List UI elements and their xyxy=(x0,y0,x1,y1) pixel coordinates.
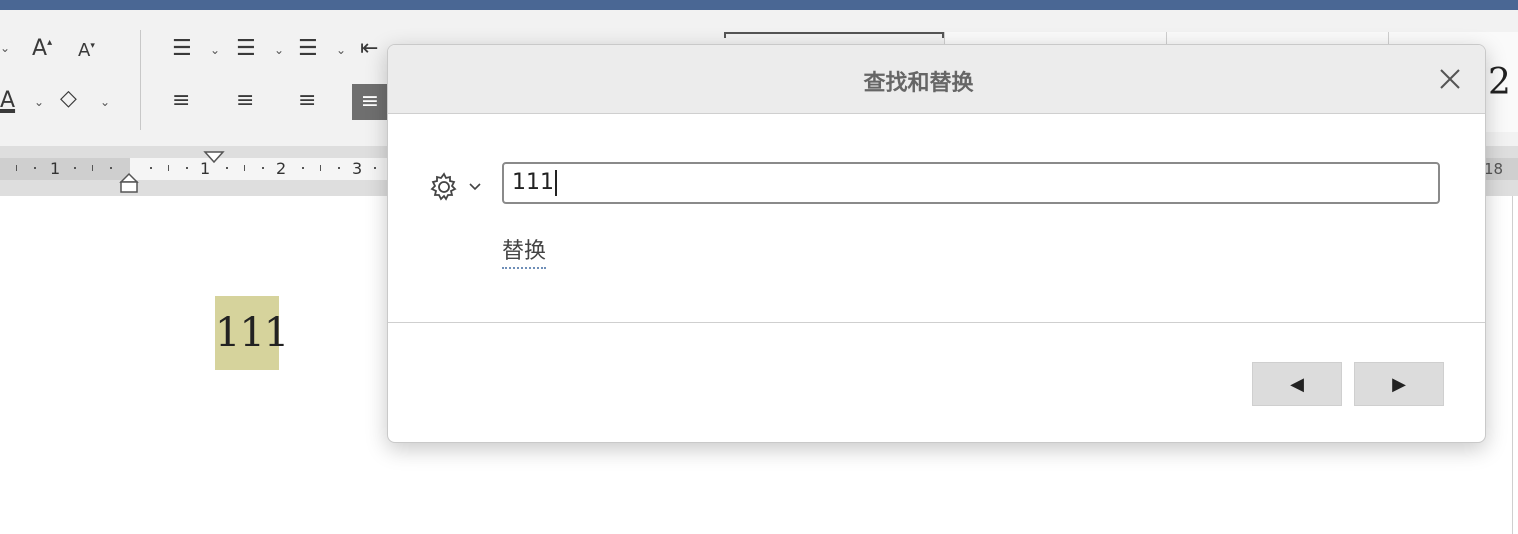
multilevel-list-icon[interactable]: ☰ xyxy=(298,38,318,60)
next-arrow-icon: ▶ xyxy=(1392,373,1406,395)
find-replace-dialog: 查找和替换 111 替换 ◀ ▶ xyxy=(387,44,1486,443)
ruler-number: 2 xyxy=(276,159,287,178)
style-gallery-glyph: 2 xyxy=(1488,62,1511,103)
style-gallery-selected[interactable] xyxy=(724,32,944,38)
ruler-number: 3 xyxy=(352,159,363,178)
multilevel-chevron-icon[interactable]: ⌄ xyxy=(336,44,346,56)
window-titlebar xyxy=(0,0,1518,10)
justify-icon[interactable]: ≡ xyxy=(352,84,388,120)
chevron-down-icon[interactable] xyxy=(468,181,482,191)
close-icon[interactable] xyxy=(1436,65,1464,93)
gear-icon[interactable] xyxy=(428,171,460,203)
font-color-icon[interactable]: A xyxy=(0,90,15,112)
bullets-list-icon[interactable]: ☰ xyxy=(172,38,192,60)
align-right-icon[interactable]: ≡ xyxy=(298,90,316,112)
font-color-chevron-icon[interactable]: ⌄ xyxy=(34,96,44,108)
text-caret xyxy=(555,170,557,196)
highlight-paint-bucket-icon[interactable]: ◇ xyxy=(60,88,77,110)
next-result-button[interactable]: ▶ xyxy=(1354,362,1444,406)
ruler-number: 1 xyxy=(50,159,61,178)
previous-result-button[interactable]: ◀ xyxy=(1252,362,1342,406)
decrease-font-size-icon[interactable]: A▾ xyxy=(78,42,95,60)
numbered-list-chevron-icon[interactable]: ⌄ xyxy=(274,44,284,56)
dialog-title: 查找和替换 xyxy=(863,71,974,96)
ribbon-separator xyxy=(140,30,141,130)
search-input[interactable]: 111 xyxy=(502,162,1440,204)
dialog-divider xyxy=(388,322,1485,323)
bullets-chevron-icon[interactable]: ⌄ xyxy=(210,44,220,56)
previous-arrow-icon: ◀ xyxy=(1290,373,1304,395)
replace-link[interactable]: 替换 xyxy=(502,233,547,269)
align-center-icon[interactable]: ≡ xyxy=(236,90,254,112)
numbered-list-icon[interactable]: ☰ xyxy=(236,38,256,60)
dialog-header: 查找和替换 xyxy=(388,45,1485,114)
highlight-chevron-icon[interactable]: ⌄ xyxy=(100,96,110,108)
highlighted-search-match[interactable]: 111 xyxy=(215,296,289,370)
ruler-right-number: 18 xyxy=(1484,158,1518,180)
left-indent-marker-icon[interactable] xyxy=(118,172,140,194)
first-line-indent-marker-icon[interactable] xyxy=(203,150,225,166)
increase-font-size-icon[interactable]: A▴ xyxy=(32,38,52,60)
align-left-icon[interactable]: ≡ xyxy=(172,90,190,112)
decrease-indent-icon[interactable]: ⇤ xyxy=(360,38,378,60)
search-input-value: 111 xyxy=(512,170,554,195)
font-size-dropdown-chevron-icon[interactable]: ⌄ xyxy=(0,42,10,54)
